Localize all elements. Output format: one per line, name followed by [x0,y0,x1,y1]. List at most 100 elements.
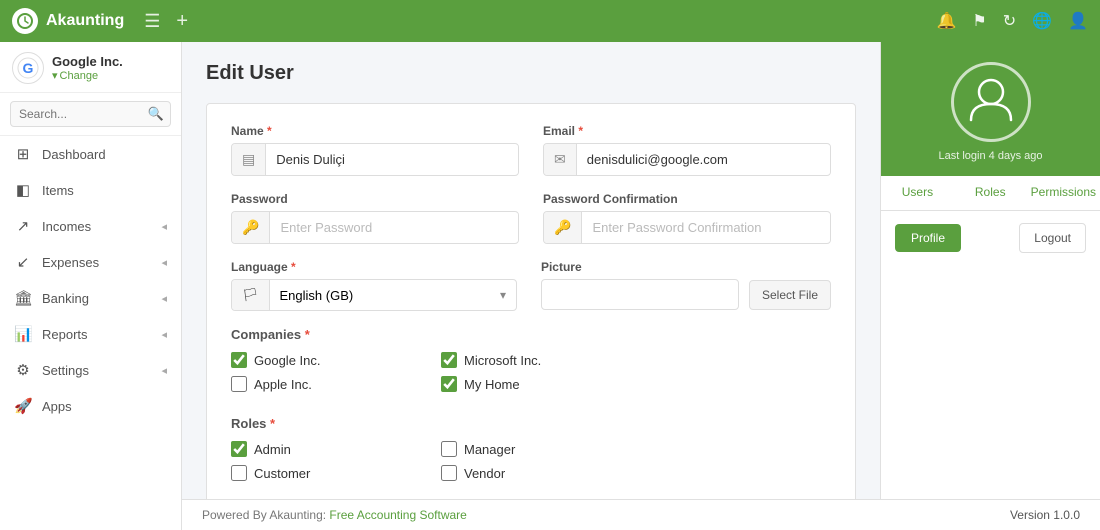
language-select[interactable]: English (GB) English (US) [270,281,490,310]
email-label: Email * [543,124,831,138]
edit-user-panel: Edit User Name * ▤ [182,42,880,499]
flag-icon[interactable]: ⚑ [972,11,986,31]
roles-checkbox-row: Admin Manager Customer [231,441,831,489]
footer-version: Version 1.0.0 [1010,508,1080,522]
password-confirm-label: Password Confirmation [543,192,831,206]
company-myhome[interactable]: My Home [441,376,651,392]
company-microsoft-label: Microsoft Inc. [464,353,541,368]
name-label: Name * [231,124,519,138]
menu-icon[interactable]: ☰ [144,11,160,32]
sidebar-item-reports[interactable]: 📊 Reports ◂ [0,316,181,352]
language-group: Language * 🏳 English (GB) English (US) ▾ [231,260,517,311]
profile-panel: Last login 4 days ago Users Roles Permis… [880,42,1100,499]
language-select-wrap: 🏳 English (GB) English (US) ▾ [231,279,517,311]
sidebar-item-settings[interactable]: ⚙ Settings ◂ [0,352,181,388]
logout-button[interactable]: Logout [1019,223,1086,253]
sidebar-nav: ⊞ Dashboard ◧ Items ↗ Incomes ◂ ↙ Expens… [0,136,181,530]
form-card: Name * ▤ Email * ✉ [206,103,856,499]
svg-text:G: G [23,60,34,76]
reports-arrow: ◂ [161,328,167,341]
sidebar-item-incomes[interactable]: ↗ Incomes ◂ [0,208,181,244]
avatar-icon [963,70,1019,134]
items-icon: ◧ [14,181,32,199]
language-label: Language * [231,260,517,274]
role-customer-checkbox[interactable] [231,465,247,481]
last-login-text: Last login 4 days ago [939,150,1043,162]
settings-arrow: ◂ [161,364,167,377]
app-logo [12,8,38,34]
company-apple-checkbox[interactable] [231,376,247,392]
password-confirm-input[interactable] [582,213,830,242]
refresh-icon[interactable]: ↻ [1003,11,1016,31]
footer-link[interactable]: Free Accounting Software [329,508,466,522]
incomes-arrow: ◂ [161,220,167,233]
role-admin-checkbox[interactable] [231,441,247,457]
tab-permissions[interactable]: Permissions [1027,176,1100,210]
main-layout: G Google Inc. ▾ Change 🔍 ⊞ Dashboard [0,42,1100,530]
company-google-checkbox[interactable] [231,352,247,368]
sidebar-item-expenses[interactable]: ↙ Expenses ◂ [0,244,181,280]
name-email-row: Name * ▤ Email * ✉ [231,124,831,176]
password-row: Password 🔑 Password Confirmation 🔑 [231,192,831,244]
password-confirm-icon: 🔑 [544,212,582,243]
company-apple[interactable]: Apple Inc. [231,376,441,392]
name-input[interactable] [266,145,518,174]
tab-users[interactable]: Users [881,176,954,210]
company-change[interactable]: ▾ Change [52,69,123,82]
role-vendor[interactable]: Vendor [441,465,651,481]
email-input[interactable] [577,145,830,174]
sidebar-item-apps[interactable]: 🚀 Apps [0,388,181,424]
tab-roles[interactable]: Roles [954,176,1027,210]
incomes-icon: ↗ [14,217,32,235]
language-chevron: ▾ [490,288,516,302]
user-icon[interactable]: 👤 [1068,11,1088,31]
role-admin[interactable]: Admin [231,441,441,457]
globe-icon[interactable]: 🌐 [1032,11,1052,31]
password-prefix-icon: 🔑 [232,212,270,243]
company-microsoft-checkbox[interactable] [441,352,457,368]
email-group: Email * ✉ [543,124,831,176]
bell-icon[interactable]: 🔔 [936,11,956,31]
role-admin-label: Admin [254,442,291,457]
add-icon[interactable]: + [176,10,188,33]
password-label: Password [231,192,519,206]
language-flag: 🏳 [232,280,270,310]
company-microsoft[interactable]: Microsoft Inc. [441,352,651,368]
settings-icon: ⚙ [14,361,32,379]
reports-icon: 📊 [14,325,32,343]
company-myhome-checkbox[interactable] [441,376,457,392]
sidebar-label-expenses: Expenses [42,255,99,270]
search-icon[interactable]: 🔍 [148,106,164,122]
sidebar-item-banking[interactable]: 🏛 Banking ◂ [0,280,181,316]
select-file-button[interactable]: Select File [749,280,831,310]
role-customer[interactable]: Customer [231,465,441,481]
profile-button[interactable]: Profile [895,224,961,252]
role-vendor-checkbox[interactable] [441,465,457,481]
password-confirm-group: Password Confirmation 🔑 [543,192,831,244]
banking-icon: 🏛 [14,289,32,307]
role-manager-checkbox[interactable] [441,441,457,457]
sidebar-label-dashboard: Dashboard [42,147,106,162]
sidebar-label-apps: Apps [42,399,72,414]
sidebar-item-dashboard[interactable]: ⊞ Dashboard [0,136,181,172]
role-manager[interactable]: Manager [441,441,651,457]
expenses-arrow: ◂ [161,256,167,269]
picture-group: Picture Select File [541,260,831,311]
roles-section: Roles * Admin Manager [231,416,831,489]
picture-input-row: Select File [541,279,831,310]
companies-label: Companies * [231,327,831,342]
name-group: Name * ▤ [231,124,519,176]
top-nav-icons: 🔔 ⚑ ↻ 🌐 👤 [936,11,1088,31]
profile-tabs: Users Roles Permissions [881,176,1100,211]
picture-input[interactable] [541,279,739,310]
roles-label: Roles * [231,416,831,431]
companies-section: Companies * Google Inc. Microsoft Inc. [231,327,831,400]
password-confirm-wrap: 🔑 [543,211,831,244]
company-google[interactable]: Google Inc. [231,352,441,368]
company-google-label: Google Inc. [254,353,321,368]
top-navbar: Akaunting ☰ + 🔔 ⚑ ↻ 🌐 👤 [0,0,1100,42]
sidebar-item-items[interactable]: ◧ Items [0,172,181,208]
language-picture-row: Language * 🏳 English (GB) English (US) ▾ [231,260,831,311]
dashboard-icon: ⊞ [14,145,32,163]
password-input[interactable] [270,213,518,242]
